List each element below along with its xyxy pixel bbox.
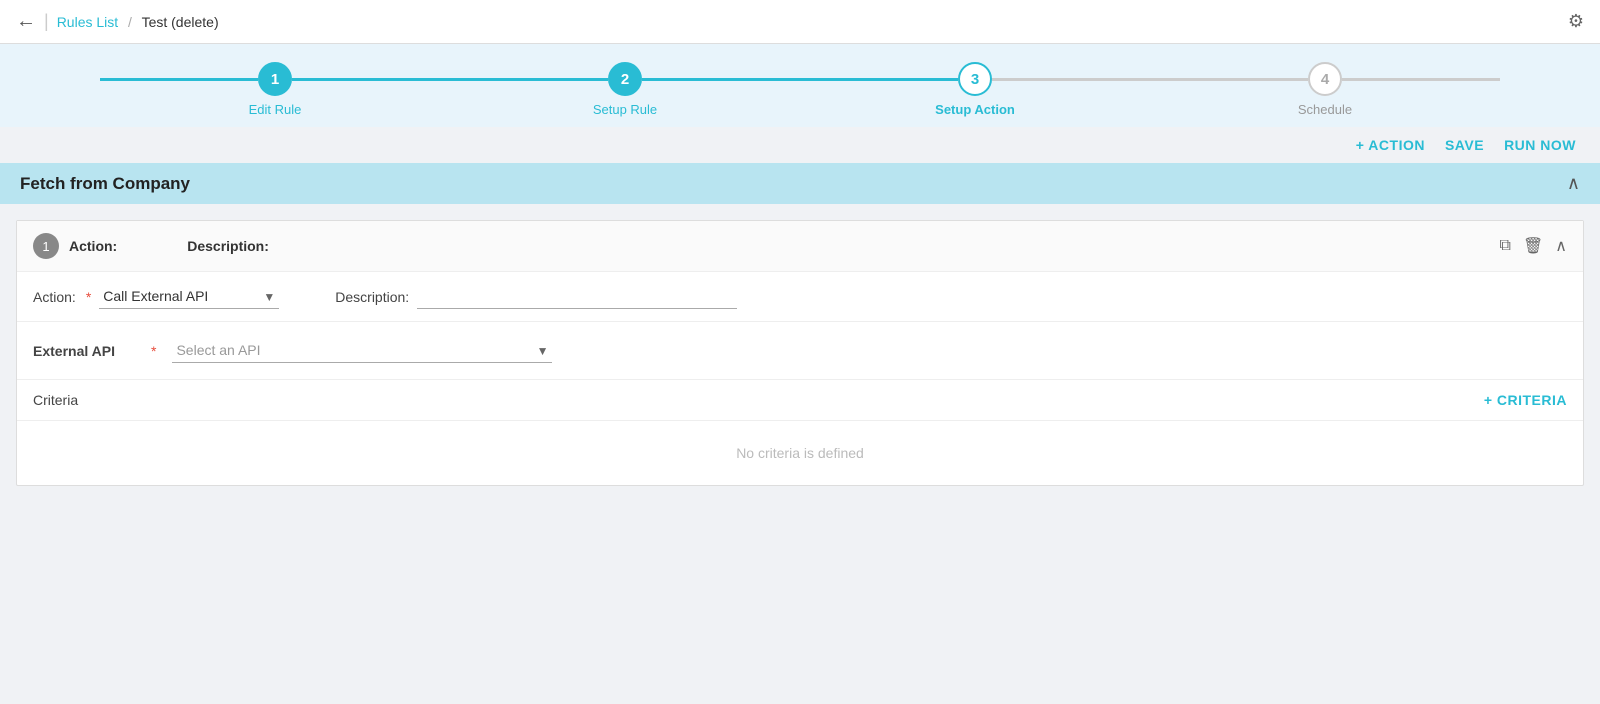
section-header: Fetch from Company ∧ <box>0 163 1600 204</box>
copy-button[interactable]: ⧉ <box>1500 237 1511 255</box>
description-field-label: Description: <box>335 289 409 305</box>
external-api-select[interactable]: Select an API <box>172 338 552 363</box>
step-2: 2 Setup Rule <box>450 62 800 117</box>
stepper: 1 Edit Rule 2 Setup Rule <box>100 62 1500 117</box>
external-api-required-star: * <box>151 343 156 359</box>
collapse-button[interactable]: ∧ <box>1567 173 1580 194</box>
content-scroll-area: Fetch from Company ∧ 1 Action: Descripti… <box>0 163 1600 704</box>
step-4-label: Schedule <box>1298 102 1352 117</box>
external-api-row: External API * Select an API ▼ <box>17 322 1583 380</box>
action-select[interactable]: Call External API Send Email Update Reco… <box>99 284 279 309</box>
step-1-label: Edit Rule <box>249 102 302 117</box>
action-form-row: Action: * Call External API Send Email U… <box>17 272 1583 322</box>
card-header: 1 Action: Description: ⧉ 🗑 ∧ <box>17 221 1583 272</box>
step-4: 4 Schedule <box>1150 62 1500 117</box>
card-header-actions: ⧉ 🗑 ∧ <box>1500 236 1567 256</box>
external-api-label: External API <box>33 343 133 359</box>
page-wrapper: ← | Rules List / Test (delete) ⚙ 1 <box>0 0 1600 704</box>
description-input[interactable] <box>417 284 737 309</box>
card-step-badge: 1 <box>33 233 59 259</box>
step-3-label: Setup Action <box>935 102 1015 117</box>
step-1: 1 Edit Rule <box>100 62 450 117</box>
step-2-circle: 2 <box>608 62 642 96</box>
card-header-left: 1 Action: Description: <box>33 233 269 259</box>
step-3: 3 Setup Action <box>800 62 1150 117</box>
action-required-star: * <box>86 289 91 305</box>
nav-left: ← | Rules List / Test (delete) <box>16 10 219 33</box>
delete-button[interactable]: 🗑 <box>1523 236 1543 256</box>
step-3-circle: 3 <box>958 62 992 96</box>
card-action-header-label: Action: <box>69 238 117 254</box>
no-criteria-message: No criteria is defined <box>17 421 1583 485</box>
action-select-wrapper: Call External API Send Email Update Reco… <box>99 284 279 309</box>
card-collapse-button[interactable]: ∧ <box>1555 236 1567 256</box>
top-nav: ← | Rules List / Test (delete) ⚙ <box>0 0 1600 44</box>
add-criteria-button[interactable]: + CRITERIA <box>1484 392 1567 408</box>
settings-gear-icon[interactable]: ⚙ <box>1568 11 1584 32</box>
toolbar: + ACTION SAVE RUN NOW <box>0 127 1600 163</box>
action-field-group: Action: * Call External API Send Email U… <box>33 284 279 309</box>
external-api-select-wrapper: Select an API ▼ <box>172 338 552 363</box>
section-title: Fetch from Company <box>20 174 190 194</box>
step-2-label: Setup Rule <box>593 102 657 117</box>
description-field-group: Description: <box>335 284 737 309</box>
add-action-button[interactable]: + ACTION <box>1356 137 1425 153</box>
criteria-row: Criteria + CRITERIA <box>17 380 1583 421</box>
chevron-up-icon: ∧ <box>1555 238 1567 255</box>
run-now-button[interactable]: RUN NOW <box>1504 137 1576 153</box>
save-button[interactable]: SAVE <box>1445 137 1484 153</box>
nav-divider: | <box>44 11 49 32</box>
step-1-circle: 1 <box>258 62 292 96</box>
back-arrow-icon[interactable]: ← <box>16 10 36 33</box>
main-content: 1 Action: Description: ⧉ 🗑 ∧ <box>0 220 1600 502</box>
action-card: 1 Action: Description: ⧉ 🗑 ∧ <box>16 220 1584 486</box>
step-4-circle: 4 <box>1308 62 1342 96</box>
no-criteria-text: No criteria is defined <box>736 445 864 461</box>
copy-icon: ⧉ <box>1500 237 1511 254</box>
delete-icon: 🗑 <box>1523 238 1543 255</box>
breadcrumb-root[interactable]: Rules List <box>57 14 118 30</box>
stepper-section: 1 Edit Rule 2 Setup Rule <box>0 44 1600 127</box>
action-field-label: Action: <box>33 289 76 305</box>
card-description-header-label: Description: <box>187 238 269 254</box>
breadcrumb-current: Test (delete) <box>142 14 219 30</box>
criteria-label: Criteria <box>33 392 78 408</box>
breadcrumb: Rules List / Test (delete) <box>57 14 219 30</box>
breadcrumb-sep: / <box>128 14 132 30</box>
